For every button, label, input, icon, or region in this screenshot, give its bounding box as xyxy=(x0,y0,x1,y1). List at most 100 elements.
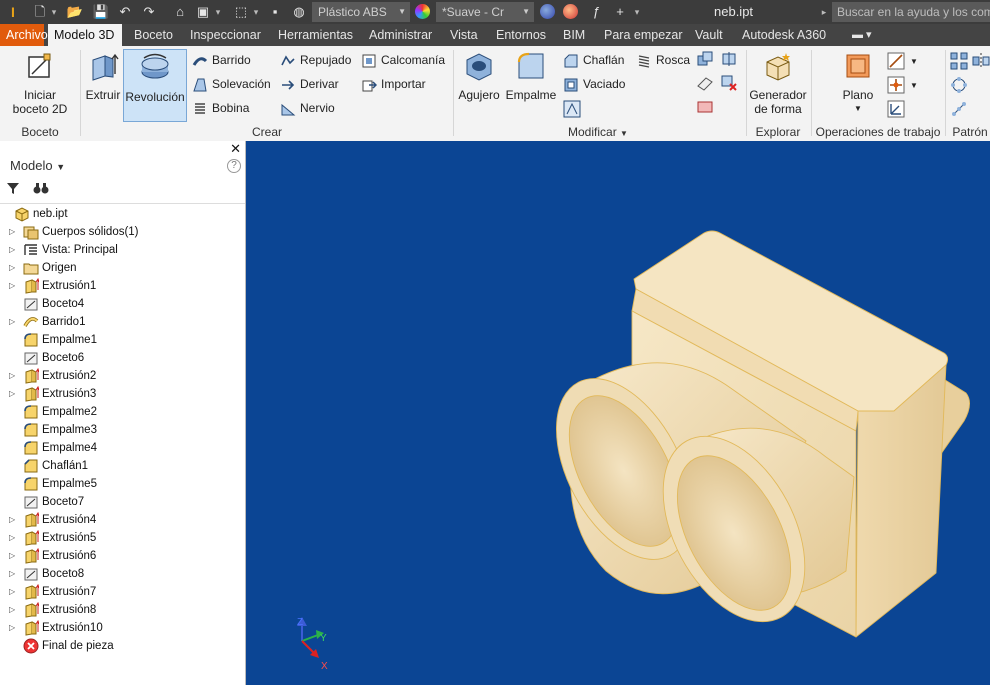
thread-button[interactable]: Rosca xyxy=(636,50,690,70)
direct-edit-icon[interactable] xyxy=(696,98,714,116)
color-override-icon[interactable]: ▪ xyxy=(266,3,284,21)
tab-vista[interactable]: Vista xyxy=(444,24,484,46)
mirror-icon[interactable] xyxy=(972,52,990,70)
expand-arrow-icon[interactable]: ▷ xyxy=(9,385,15,403)
expand-arrow-icon[interactable]: ▷ xyxy=(9,259,15,277)
import-button[interactable]: Importar xyxy=(361,74,426,94)
import-icon xyxy=(362,80,377,92)
undo-icon[interactable]: ↶ xyxy=(116,3,134,21)
extrude-button[interactable]: Extruir xyxy=(84,50,122,102)
customize-dropdown-icon[interactable]: ▾ xyxy=(633,3,641,21)
expand-arrow-icon[interactable]: ▷ xyxy=(9,565,15,583)
globe-icon[interactable]: ◍ xyxy=(290,3,308,21)
revolve-button[interactable]: Revolución xyxy=(123,49,187,122)
parameters-fx-icon[interactable]: ƒ xyxy=(587,3,605,21)
delete-face-icon[interactable] xyxy=(720,74,738,92)
expand-arrow-icon[interactable]: ▷ xyxy=(9,583,15,601)
tab-herramientas[interactable]: Herramientas xyxy=(272,24,359,46)
pane-label-modificar[interactable]: Modificar ▼ xyxy=(540,124,656,140)
chevron-down-icon: ▼ xyxy=(620,129,628,138)
shell-button[interactable]: Vaciado xyxy=(563,74,625,94)
tab-administrar[interactable]: Administrar xyxy=(363,24,438,46)
tab-modelo-3d[interactable]: Modelo 3D xyxy=(48,24,122,46)
expand-arrow-icon[interactable]: ▷ xyxy=(9,313,15,331)
expand-arrow-icon[interactable]: ▷ xyxy=(9,277,15,295)
draft-icon[interactable] xyxy=(563,100,581,118)
hole-button[interactable]: Agujero xyxy=(456,50,502,102)
expand-arrow-icon[interactable]: ▷ xyxy=(9,619,15,637)
search-expand-icon[interactable]: ▸ xyxy=(820,3,828,21)
tab-bim[interactable]: BIM xyxy=(557,24,591,46)
adjust-appearance-icon[interactable] xyxy=(540,4,555,19)
select-cursor-icon[interactable]: ⬚ xyxy=(232,3,250,21)
work-axis-icon[interactable] xyxy=(887,52,905,70)
axis-z-label: Z xyxy=(297,617,303,628)
derive-button[interactable]: Derivar xyxy=(280,74,339,94)
appearance-dropdown[interactable]: *Suave - Cr ▼ xyxy=(436,2,534,22)
split-icon[interactable] xyxy=(696,74,714,92)
ucs-icon[interactable] xyxy=(887,100,905,118)
tab-inspeccionar[interactable]: Inspeccionar xyxy=(184,24,267,46)
decal-button[interactable]: Calcomanía xyxy=(361,50,445,70)
open-folder-icon[interactable]: 📂 xyxy=(66,3,84,21)
save-icon[interactable]: 💾 xyxy=(92,3,110,21)
start-2d-sketch-button[interactable]: Iniciar boceto 2D xyxy=(8,50,72,116)
ribbon-display-toggle-icon[interactable]: ▬ ▾ xyxy=(846,24,878,46)
circular-pattern-icon[interactable] xyxy=(950,76,968,94)
expand-arrow-icon[interactable]: ▷ xyxy=(9,529,15,547)
tab-vault[interactable]: Vault xyxy=(689,24,729,46)
expand-arrow-icon[interactable]: ▷ xyxy=(9,223,15,241)
expand-arrow-icon[interactable]: ▷ xyxy=(9,241,15,259)
chevron-down-icon[interactable]: ▼ xyxy=(910,76,918,96)
close-icon[interactable]: ✕ xyxy=(230,141,241,157)
update-icon[interactable]: ▣ xyxy=(194,3,212,21)
rib-button[interactable]: Nervio xyxy=(280,98,335,118)
help-search-input[interactable]: Buscar en la ayuda y los comandos xyxy=(832,2,990,22)
shape-generator-button[interactable]: Generador de forma xyxy=(749,50,807,116)
new-dropdown-icon[interactable]: ▾ xyxy=(50,3,58,21)
work-point-icon[interactable] xyxy=(887,76,905,94)
expand-arrow-icon[interactable]: ▷ xyxy=(9,367,15,385)
tab-entornos[interactable]: Entornos xyxy=(490,24,552,46)
new-document-icon[interactable]: 🗋 xyxy=(31,3,49,21)
expand-arrow-icon[interactable]: ▷ xyxy=(9,547,15,565)
fillet-button[interactable]: Empalme xyxy=(504,50,558,102)
help-icon[interactable]: ? xyxy=(227,159,241,173)
part-model-render[interactable]: Z Y X xyxy=(246,141,990,685)
clear-appearance-icon[interactable] xyxy=(563,4,578,19)
browser-title[interactable]: Modelo ▼ xyxy=(10,158,65,173)
expand-arrow-icon[interactable]: ▷ xyxy=(9,601,15,619)
pane-divider xyxy=(746,50,747,136)
pane-divider xyxy=(945,50,946,136)
material-dropdown[interactable]: Plástico ABS ▼ xyxy=(312,2,410,22)
redo-icon[interactable]: ↷ xyxy=(140,3,158,21)
rectangular-pattern-icon[interactable] xyxy=(950,52,968,70)
inventor-logo-icon[interactable]: I xyxy=(4,2,22,22)
loft-button[interactable]: Solevación xyxy=(192,74,271,94)
tab-para-empezar[interactable]: Para empezar xyxy=(598,24,689,46)
select-dropdown-icon[interactable]: ▾ xyxy=(252,3,260,21)
find-binoculars-icon[interactable] xyxy=(33,181,49,195)
expand-arrow-icon[interactable]: ▷ xyxy=(9,511,15,529)
sweep-button[interactable]: Barrido xyxy=(192,50,251,70)
home-icon[interactable]: ⌂ xyxy=(171,3,189,21)
add-icon[interactable]: + xyxy=(611,3,629,21)
work-plane-button[interactable]: Plano ▼ xyxy=(833,50,883,116)
thread-label: Rosca xyxy=(656,53,691,67)
coil-button[interactable]: Bobina xyxy=(192,98,249,118)
emboss-button[interactable]: Repujado xyxy=(280,50,351,70)
graphics-viewport[interactable]: Z Y X xyxy=(246,141,990,685)
tab-boceto[interactable]: Boceto xyxy=(128,24,179,46)
chamfer-button[interactable]: Chaflán xyxy=(563,50,624,70)
chevron-down-icon[interactable]: ▼ xyxy=(910,52,918,72)
thicken-icon[interactable] xyxy=(720,50,738,68)
folder-icon xyxy=(23,260,39,276)
tab-autodesk-a360[interactable]: Autodesk A360 xyxy=(736,24,832,46)
combine-icon[interactable] xyxy=(696,50,714,68)
shell-label: Vaciado xyxy=(583,77,626,91)
chevron-down-icon: ▼ xyxy=(398,7,406,16)
sketch-pattern-icon[interactable] xyxy=(950,100,968,118)
update-dropdown-icon[interactable]: ▾ xyxy=(214,3,222,21)
filter-icon[interactable] xyxy=(6,181,20,195)
tab-archivo[interactable]: Archivo xyxy=(0,24,48,46)
